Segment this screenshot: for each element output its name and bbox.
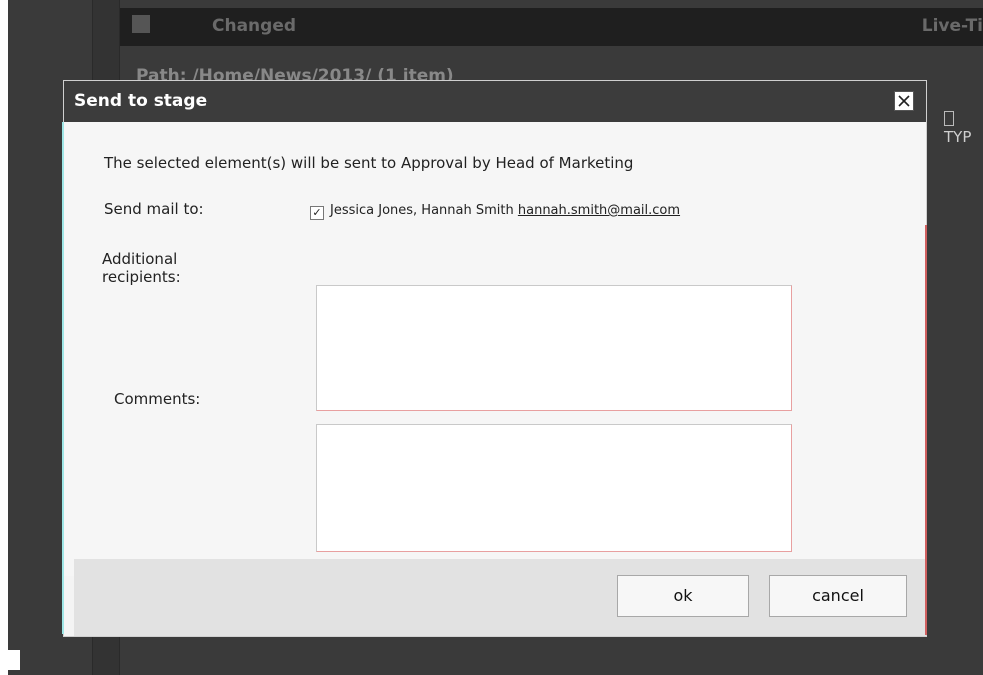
type-label: TYP xyxy=(944,128,972,146)
send-to-stage-dialog: Send to stage The selected element(s) wi… xyxy=(63,80,927,637)
send-mail-address-link[interactable]: hannah.smith@mail.com xyxy=(518,203,680,218)
cancel-button[interactable]: cancel xyxy=(769,575,907,617)
additional-recipients-input[interactable] xyxy=(316,285,792,411)
screen: Changed Live-Ti Path: /Home/News/2013/ (… xyxy=(0,0,983,675)
background-table-header: Changed Live-Ti xyxy=(120,8,983,46)
dialog-body: The selected element(s) will be sent to … xyxy=(64,122,926,576)
column-header-live[interactable]: Live-Ti xyxy=(922,16,983,36)
type-checkbox[interactable] xyxy=(944,111,954,126)
dialog-titlebar[interactable]: Send to stage xyxy=(64,81,926,122)
send-mail-names: Jessica Jones, Hannah Smith xyxy=(330,203,514,218)
dialog-title: Send to stage xyxy=(74,91,208,111)
dialog-edge-artifact-left xyxy=(62,122,64,634)
close-icon xyxy=(898,95,910,107)
comments-label: Comments: xyxy=(114,390,201,408)
send-mail-checkbox[interactable]: ✓ xyxy=(310,206,324,220)
close-button[interactable] xyxy=(894,91,914,111)
send-mail-recipients: ✓ Jessica Jones, Hannah Smith hannah.smit… xyxy=(310,203,680,220)
background-left-shade xyxy=(8,120,63,630)
intro-text: The selected element(s) will be sent to … xyxy=(104,154,634,172)
column-header-changed[interactable]: Changed xyxy=(212,16,296,36)
comments-input[interactable] xyxy=(316,424,792,552)
select-all-checkbox[interactable] xyxy=(132,15,150,33)
background-corner xyxy=(8,650,20,670)
send-mail-label: Send mail to: xyxy=(104,200,204,218)
additional-recipients-label: Additional recipients: xyxy=(102,250,181,286)
background-type-column: TYP xyxy=(944,110,983,146)
ok-button[interactable]: ok xyxy=(617,575,749,617)
dialog-footer: ok cancel xyxy=(74,559,926,636)
dialog-edge-artifact-right xyxy=(925,225,927,635)
